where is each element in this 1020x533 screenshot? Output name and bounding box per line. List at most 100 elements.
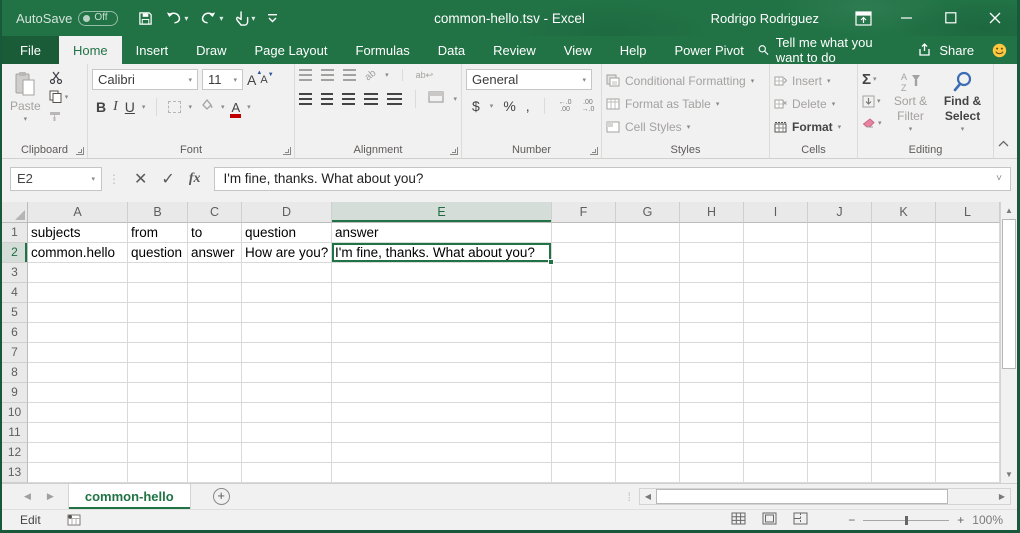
horizontal-scroll-thumb[interactable]: [656, 489, 948, 504]
cell-C4[interactable]: [188, 283, 242, 303]
cell-C3[interactable]: [188, 263, 242, 283]
cancel-button[interactable]: ✕: [134, 169, 147, 189]
cell-G8[interactable]: [616, 363, 680, 383]
bold-button[interactable]: B: [96, 99, 106, 115]
cell-D7[interactable]: [242, 343, 332, 363]
cell-B10[interactable]: [128, 403, 188, 423]
row-header-11[interactable]: 11: [2, 423, 28, 443]
insert-cells-button[interactable]: Insert▾: [774, 69, 853, 92]
increase-decimal-button[interactable]: ←.0.00: [559, 99, 572, 113]
cell-H5[interactable]: [680, 303, 744, 323]
cell-F7[interactable]: [552, 343, 616, 363]
cell-A11[interactable]: [28, 423, 128, 443]
page-break-preview-button[interactable]: [793, 512, 808, 528]
tab-power-pivot[interactable]: Power Pivot: [661, 36, 758, 64]
undo-button[interactable]: ▾: [165, 11, 188, 25]
decrease-font-size-button[interactable]: A▼: [260, 74, 267, 86]
row-header-6[interactable]: 6: [2, 323, 28, 343]
cell-L11[interactable]: [936, 423, 1000, 443]
redo-dropdown-icon[interactable]: ▾: [219, 14, 223, 23]
cell-H10[interactable]: [680, 403, 744, 423]
decrease-decimal-button[interactable]: .00→.0: [582, 99, 595, 113]
cell-D11[interactable]: [242, 423, 332, 443]
collapse-ribbon-button[interactable]: [998, 134, 1009, 152]
clipboard-dialog-launcher[interactable]: [76, 147, 84, 155]
cell-I10[interactable]: [744, 403, 808, 423]
feedback-smiley-icon[interactable]: [992, 41, 1007, 60]
cell-I8[interactable]: [744, 363, 808, 383]
tab-scroll-divider[interactable]: ⁞: [628, 490, 631, 504]
align-right-icon[interactable]: [342, 93, 355, 105]
cell-L7[interactable]: [936, 343, 1000, 363]
name-box-dropdown-icon[interactable]: ▾: [91, 175, 95, 183]
cell-H13[interactable]: [680, 463, 744, 483]
currency-format-button[interactable]: $: [472, 98, 480, 114]
cell-H11[interactable]: [680, 423, 744, 443]
tab-draw[interactable]: Draw: [182, 36, 240, 64]
cell-F3[interactable]: [552, 263, 616, 283]
cell-K5[interactable]: [872, 303, 936, 323]
fill-color-dropdown-icon[interactable]: ▾: [221, 103, 225, 111]
cell-C5[interactable]: [188, 303, 242, 323]
font-color-button[interactable]: A: [231, 101, 240, 114]
sort-filter-button[interactable]: AZ Sort & Filter ▾: [888, 69, 934, 142]
cell-C9[interactable]: [188, 383, 242, 403]
cell-A5[interactable]: [28, 303, 128, 323]
cell-J13[interactable]: [808, 463, 872, 483]
row-header-9[interactable]: 9: [2, 383, 28, 403]
cell-A10[interactable]: [28, 403, 128, 423]
cell-J10[interactable]: [808, 403, 872, 423]
cell-J7[interactable]: [808, 343, 872, 363]
copy-button[interactable]: ▾: [49, 90, 69, 103]
tab-home[interactable]: Home: [59, 36, 122, 64]
tab-insert[interactable]: Insert: [122, 36, 183, 64]
cell-B8[interactable]: [128, 363, 188, 383]
tab-file[interactable]: File: [2, 36, 59, 64]
align-left-icon[interactable]: [299, 93, 312, 105]
cell-E10[interactable]: [332, 403, 552, 423]
copy-dropdown-icon[interactable]: ▾: [65, 93, 69, 101]
cell-B5[interactable]: [128, 303, 188, 323]
comma-format-button[interactable]: ,: [526, 98, 530, 114]
cell-F10[interactable]: [552, 403, 616, 423]
cell-H7[interactable]: [680, 343, 744, 363]
autosave-pill[interactable]: Off: [78, 11, 118, 26]
cell-E13[interactable]: [332, 463, 552, 483]
cell-K3[interactable]: [872, 263, 936, 283]
conditional-formatting-button[interactable]: Conditional Formatting▾: [606, 69, 765, 92]
cell-K8[interactable]: [872, 363, 936, 383]
undo-dropdown-icon[interactable]: ▾: [184, 14, 188, 23]
row-header-3[interactable]: 3: [2, 263, 28, 283]
cell-L8[interactable]: [936, 363, 1000, 383]
cell-B6[interactable]: [128, 323, 188, 343]
cell-G6[interactable]: [616, 323, 680, 343]
cell-C8[interactable]: [188, 363, 242, 383]
column-header-A[interactable]: A: [28, 202, 128, 223]
cell-A7[interactable]: [28, 343, 128, 363]
new-sheet-button[interactable]: +: [213, 488, 230, 505]
cell-C12[interactable]: [188, 443, 242, 463]
cell-F13[interactable]: [552, 463, 616, 483]
cell-J9[interactable]: [808, 383, 872, 403]
cell-L4[interactable]: [936, 283, 1000, 303]
cell-H9[interactable]: [680, 383, 744, 403]
cell-E4[interactable]: [332, 283, 552, 303]
cell-E2[interactable]: I'm fine, thanks. What about you?: [332, 243, 552, 263]
underline-button[interactable]: U: [125, 99, 135, 115]
top-align-icon[interactable]: [299, 69, 312, 81]
formula-input[interactable]: I'm fine, thanks. What about you? ˅: [214, 167, 1011, 191]
borders-icon[interactable]: [168, 101, 181, 113]
column-header-C[interactable]: C: [188, 202, 242, 223]
cell-C7[interactable]: [188, 343, 242, 363]
customize-qat-button[interactable]: [267, 12, 278, 24]
row-header-10[interactable]: 10: [2, 403, 28, 423]
cell-D13[interactable]: [242, 463, 332, 483]
scroll-down-arrow-icon[interactable]: ▼: [1001, 466, 1017, 483]
cell-E1[interactable]: answer: [332, 223, 552, 243]
cell-D8[interactable]: [242, 363, 332, 383]
borders-dropdown-icon[interactable]: ▾: [188, 103, 192, 111]
cell-L6[interactable]: [936, 323, 1000, 343]
increase-font-size-button[interactable]: A▲: [247, 72, 256, 88]
fill-handle[interactable]: [548, 259, 554, 265]
cell-B2[interactable]: question: [128, 243, 188, 263]
